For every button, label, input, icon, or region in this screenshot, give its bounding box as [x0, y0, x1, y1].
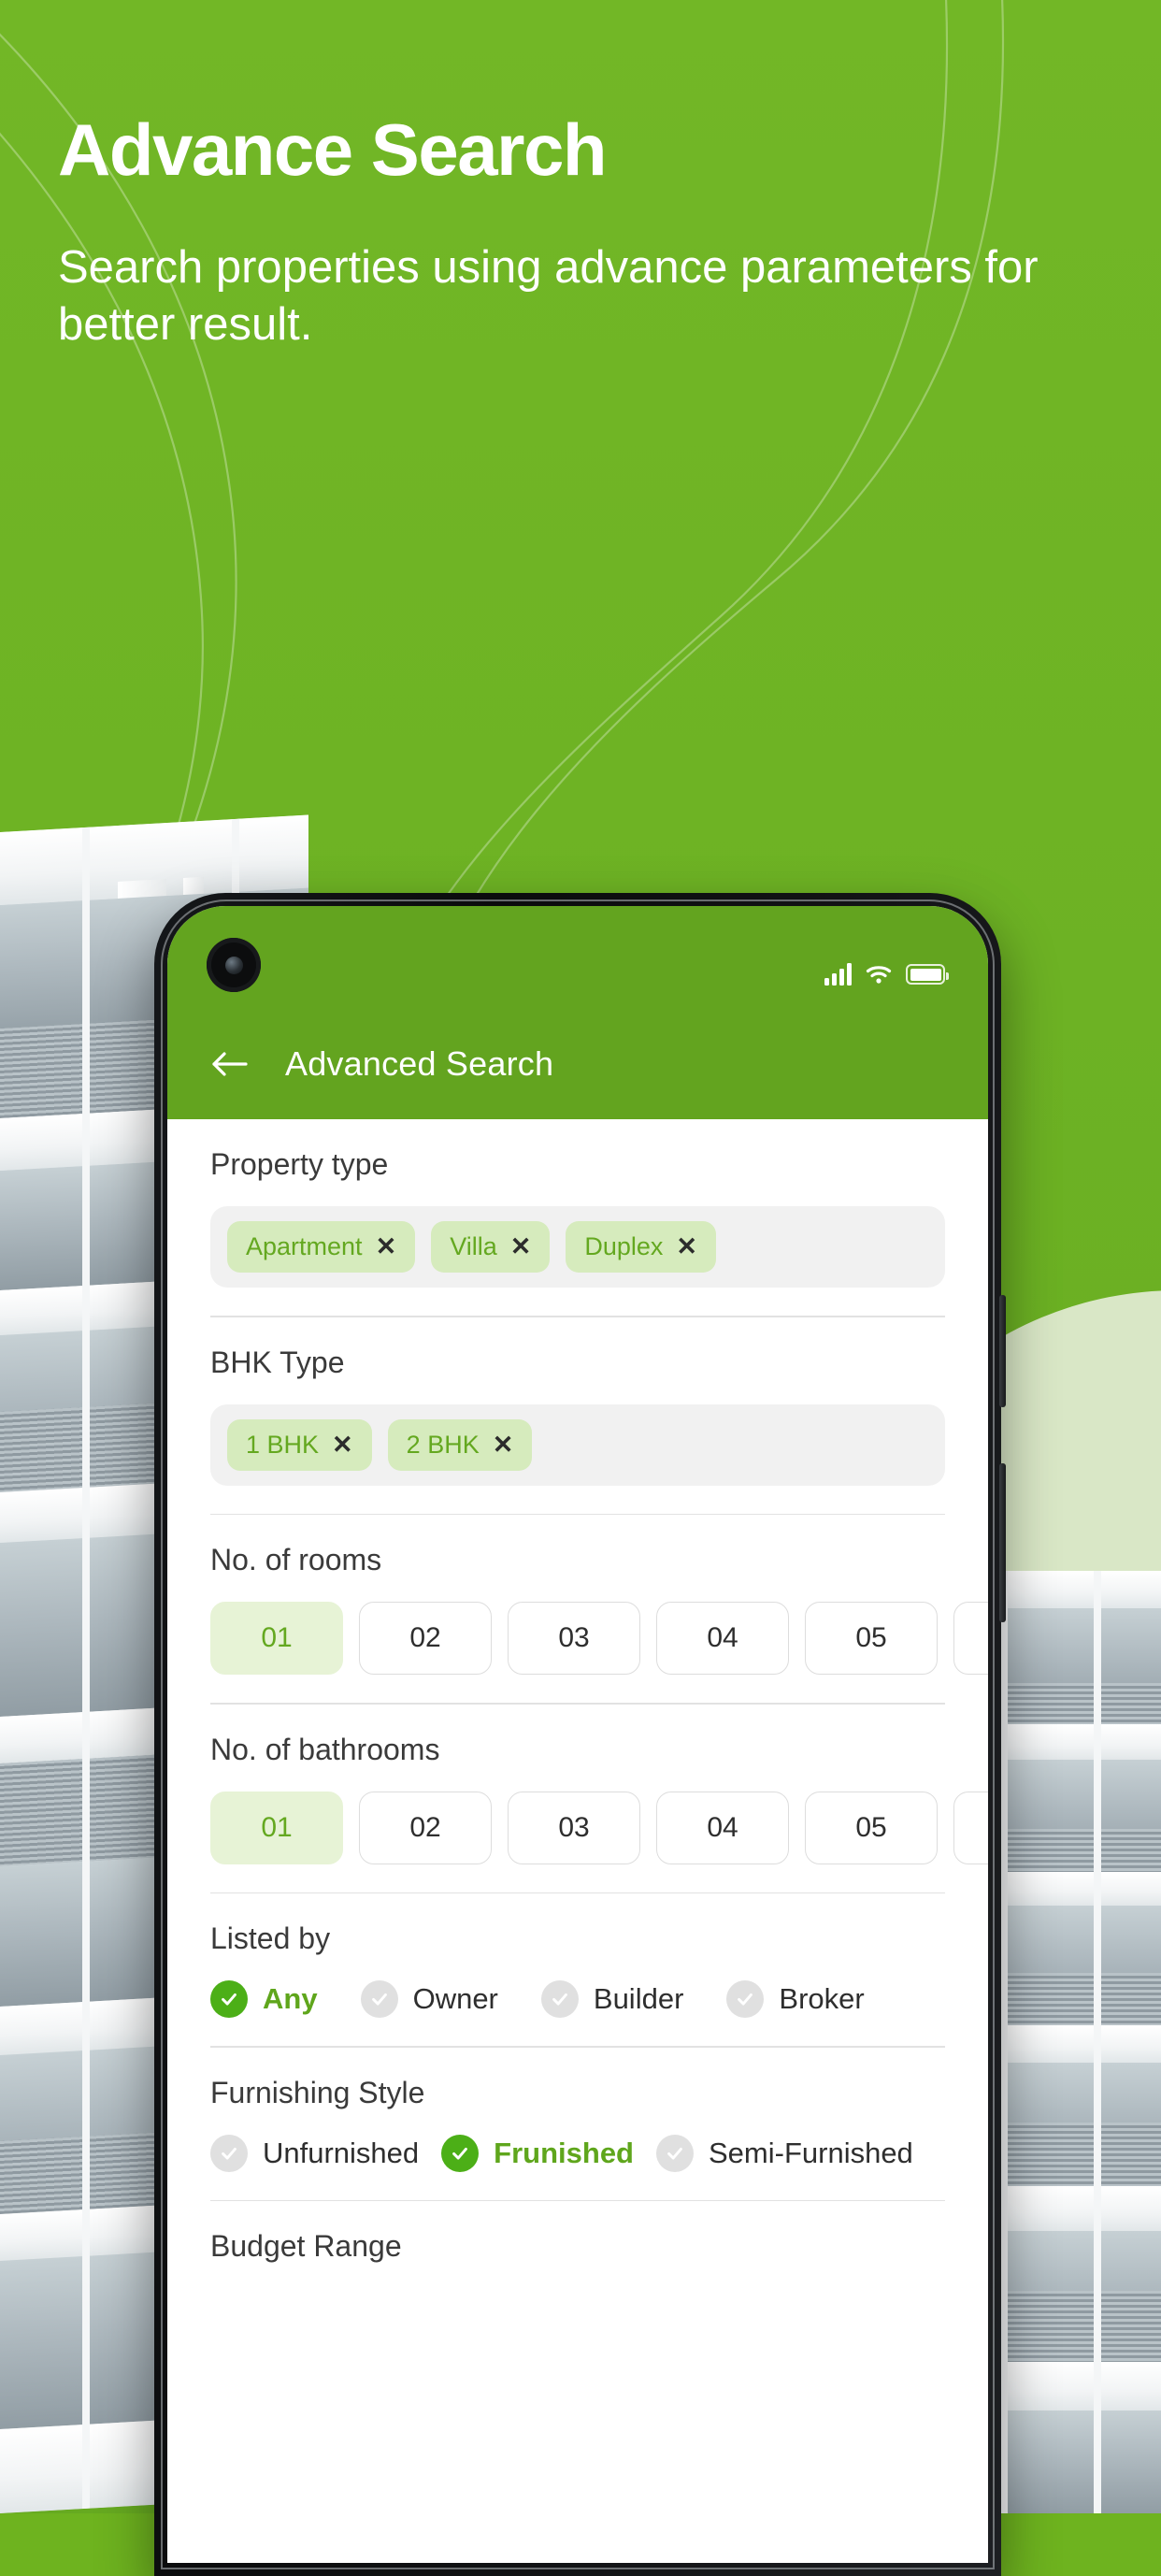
advanced-search-form: Property type Apartment ✕ Villa ✕ Duplex… [167, 1119, 988, 2563]
chip-duplex[interactable]: Duplex ✕ [566, 1221, 717, 1273]
check-circle-icon [441, 2134, 480, 2172]
section-budget-range: Budget Range [210, 2201, 945, 2264]
listed-by-option-builder[interactable]: Builder [540, 1980, 684, 2018]
section-furnishing-style: Furnishing Style Unfurnished Frunished S… [210, 2048, 945, 2201]
bathrooms-pill-row[interactable]: 01 02 03 04 05 06 [210, 1791, 988, 1864]
rooms-option-06[interactable]: 06 [953, 1602, 988, 1675]
rooms-option-02[interactable]: 02 [359, 1602, 492, 1675]
radio-label: Broker [779, 1982, 865, 2015]
chip-label: 1 BHK [246, 1430, 320, 1459]
section-no-of-bathrooms: No. of bathrooms 01 02 03 04 05 06 [210, 1705, 988, 1893]
battery-full-icon [906, 964, 949, 985]
hero-section: Advance Search Search properties using a… [0, 0, 1161, 353]
app-bar-title: Advanced Search [285, 1044, 554, 1083]
check-circle-icon [656, 2134, 694, 2172]
chip-villa[interactable]: Villa ✕ [431, 1221, 551, 1273]
section-listed-by: Listed by Any Owner Builder Broker [210, 1893, 945, 2048]
bathrooms-option-02[interactable]: 02 [359, 1791, 492, 1864]
back-arrow-icon[interactable] [210, 1049, 250, 1079]
section-label: BHK Type [210, 1345, 345, 1379]
radio-label: Frunished [494, 2136, 634, 2169]
front-camera-icon [207, 938, 261, 992]
bhk-type-chip-tray[interactable]: 1 BHK ✕ 2 BHK ✕ [210, 1403, 945, 1486]
section-label: Listed by [210, 1921, 331, 1955]
section-bhk-type: BHK Type 1 BHK ✕ 2 BHK ✕ [210, 1317, 945, 1515]
section-label: Budget Range [210, 2229, 402, 2263]
chip-apartment[interactable]: Apartment ✕ [227, 1221, 416, 1273]
page-title: Advance Search [58, 108, 607, 191]
rooms-option-03[interactable]: 03 [508, 1602, 640, 1675]
section-property-type: Property type Apartment ✕ Villa ✕ Duplex… [210, 1119, 945, 1317]
phone-screen: Advanced Search Property type Apartment … [167, 906, 988, 2563]
listed-by-option-owner[interactable]: Owner [360, 1980, 498, 2018]
chip-label: Villa [450, 1232, 497, 1260]
wifi-icon [866, 966, 892, 984]
chip-label: Apartment [246, 1232, 363, 1260]
chip-label: Duplex [584, 1232, 664, 1260]
phone-volume-button[interactable] [999, 1463, 1006, 1622]
radio-label: Any [263, 1982, 318, 2015]
check-circle-icon [360, 1980, 398, 2018]
check-circle-icon [210, 1980, 248, 2018]
section-label: Furnishing Style [210, 2075, 425, 2109]
bathrooms-option-06[interactable]: 06 [953, 1791, 988, 1864]
phone-mockup: Advanced Search Property type Apartment … [154, 893, 1006, 2576]
rooms-pill-row[interactable]: 01 02 03 04 05 06 [210, 1602, 988, 1675]
radio-label: Unfurnished [263, 2136, 420, 2169]
furnishing-option-unfurnished[interactable]: Unfurnished [210, 2134, 420, 2172]
radio-label: Builder [593, 1982, 684, 2015]
furnishing-option-furnished[interactable]: Frunished [441, 2134, 634, 2172]
status-bar-icons [824, 963, 949, 986]
chip-remove-icon[interactable]: ✕ [332, 1432, 353, 1458]
radio-label: Semi-Furnished [709, 2136, 913, 2169]
chip-remove-icon[interactable]: ✕ [376, 1234, 397, 1259]
status-bar [167, 906, 988, 1009]
check-circle-icon [210, 2134, 248, 2172]
chip-2-bhk[interactable]: 2 BHK ✕ [387, 1418, 533, 1471]
rooms-option-01[interactable]: 01 [210, 1602, 343, 1675]
rooms-option-05[interactable]: 05 [805, 1602, 938, 1675]
section-no-of-rooms: No. of rooms 01 02 03 04 05 06 [210, 1515, 988, 1705]
page-subtitle: Search properties using advance paramete… [58, 241, 1039, 351]
app-bar: Advanced Search [167, 1009, 988, 1119]
bathrooms-option-04[interactable]: 04 [656, 1791, 789, 1864]
section-label: No. of bathrooms [210, 1732, 440, 1766]
bathrooms-option-03[interactable]: 03 [508, 1791, 640, 1864]
radio-label: Owner [412, 1982, 498, 2015]
chip-remove-icon[interactable]: ✕ [493, 1432, 514, 1458]
rooms-option-04[interactable]: 04 [656, 1602, 789, 1675]
listed-by-radio-group[interactable]: Any Owner Builder Broker [210, 1980, 945, 2018]
chip-label: 2 BHK [406, 1430, 480, 1459]
furnishing-option-semi-furnished[interactable]: Semi-Furnished [656, 2134, 913, 2172]
camera-lens [224, 956, 243, 974]
bathrooms-option-05[interactable]: 05 [805, 1791, 938, 1864]
listed-by-option-broker[interactable]: Broker [726, 1980, 865, 2018]
listed-by-option-any[interactable]: Any [210, 1980, 318, 2018]
chip-1-bhk[interactable]: 1 BHK ✕ [227, 1418, 372, 1471]
cellular-signal-icon [824, 963, 852, 986]
check-circle-icon [726, 1980, 765, 2018]
bathrooms-option-01[interactable]: 01 [210, 1791, 343, 1864]
section-label: Property type [210, 1147, 389, 1181]
phone-power-button[interactable] [999, 1295, 1006, 1407]
check-circle-icon [540, 1980, 579, 2018]
section-label: No. of rooms [210, 1543, 382, 1576]
property-type-chip-tray[interactable]: Apartment ✕ Villa ✕ Duplex ✕ [210, 1206, 945, 1288]
furnishing-style-radio-group[interactable]: Unfurnished Frunished Semi-Furnished [210, 2134, 945, 2172]
chip-remove-icon[interactable]: ✕ [676, 1234, 697, 1259]
chip-remove-icon[interactable]: ✕ [510, 1234, 532, 1259]
